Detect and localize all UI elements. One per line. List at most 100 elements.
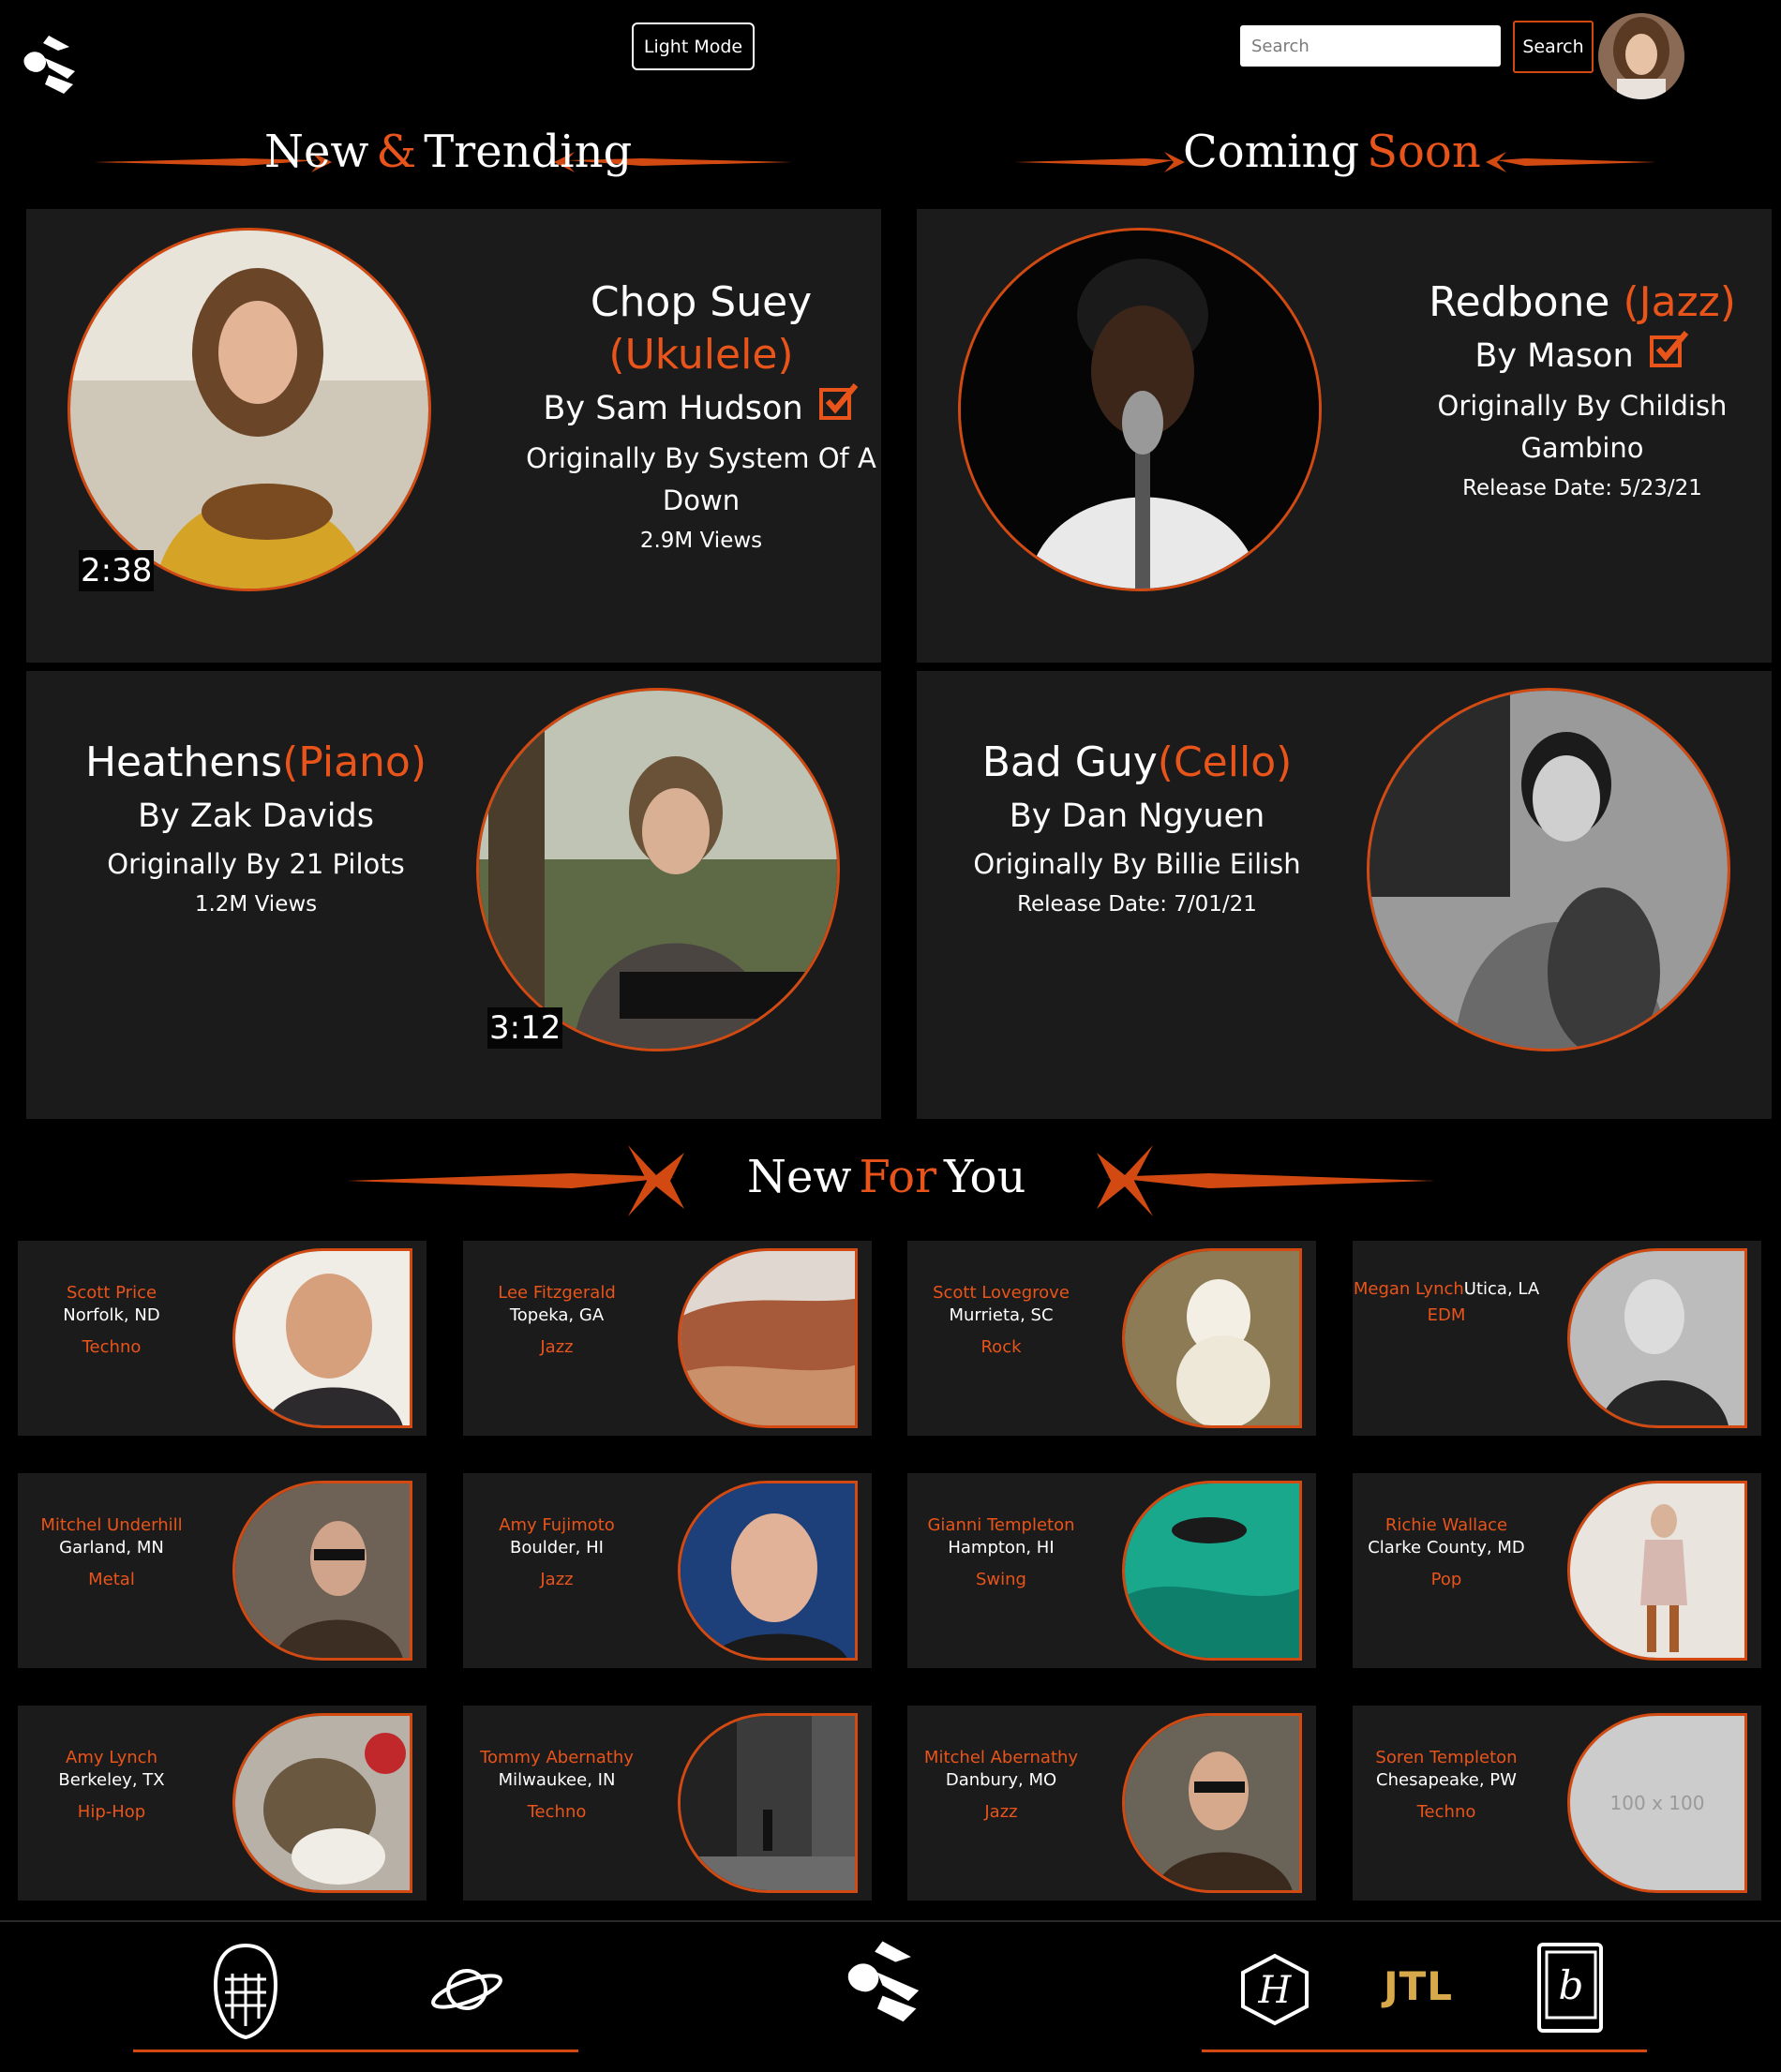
artist-genre: Swing [976, 1570, 1026, 1589]
featured-card[interactable]: Heathens(Piano) By Zak Davids Originally… [26, 671, 881, 1119]
artist-card[interactable]: Mitchel Underhill Garland, MN Metal [18, 1473, 427, 1668]
duration-badge: 3:12 [487, 1007, 563, 1049]
featured-card[interactable]: Bad Guy(Cello) By Dan Ngyuen Originally … [917, 671, 1772, 1119]
featured-card[interactable]: 2:38 Chop Suey (Ukulele) By Sam Hudson O… [26, 209, 881, 663]
artist-location: Chesapeake, PW [1376, 1770, 1517, 1790]
artist-card[interactable]: Richie Wallace Clarke County, MD Pop [1353, 1473, 1761, 1668]
artist-photo[interactable] [1122, 1248, 1302, 1428]
artist-genre: Techno [1416, 1802, 1476, 1822]
artist-photo[interactable] [232, 1481, 412, 1661]
featured-instrument: (Jazz) [1623, 278, 1736, 326]
featured-card[interactable]: Redbone (Jazz) By Mason Originally By Ch… [917, 209, 1772, 663]
h-hexagon-icon[interactable]: H [1239, 1952, 1310, 2031]
artist-photo[interactable] [678, 1481, 858, 1661]
artist-card[interactable]: Amy Fujimoto Boulder, HI Jazz [463, 1473, 872, 1668]
book-icon[interactable]: b [1535, 1941, 1605, 2038]
artist-card[interactable]: Scott Lovegrove Murrieta, SC Rock [907, 1241, 1316, 1436]
duration-badge: 2:38 [79, 550, 155, 591]
search-button[interactable]: Search [1513, 21, 1594, 73]
artist-location: Topeka, GA [509, 1305, 605, 1325]
featured-instrument: (Ukulele) [608, 331, 794, 379]
featured-release-date: Release Date: 5/23/21 [1462, 476, 1702, 500]
artist-name[interactable]: Mitchel Underhill [18, 1514, 205, 1537]
artist-location: Hampton, HI [948, 1538, 1055, 1558]
featured-photo[interactable] [476, 688, 840, 1051]
featured-photo[interactable] [958, 228, 1322, 591]
artist-location: Murrieta, SC [949, 1305, 1054, 1325]
artist-location: Garland, MN [59, 1538, 164, 1558]
trending-word-trending: Trending [424, 126, 633, 178]
artist-card[interactable]: Lee Fitzgerald Topeka, GA Jazz [463, 1241, 872, 1436]
footer-underline-right [1202, 2050, 1647, 2052]
artist-name[interactable]: Scott Lovegrove [907, 1282, 1095, 1304]
footer-underline-left [133, 2050, 578, 2052]
featured-photo[interactable] [67, 228, 431, 591]
artist-genre: Metal [88, 1570, 135, 1589]
artist-card[interactable]: Soren Templeton Chesapeake, PW Techno 10… [1353, 1706, 1761, 1901]
artist-name[interactable]: Scott Price [18, 1282, 205, 1304]
artist-genre: Pop [1430, 1570, 1462, 1589]
featured-artist[interactable]: By Mason [1474, 337, 1633, 375]
artist-photo[interactable] [232, 1713, 412, 1893]
footer: H JTL b [0, 1920, 1781, 2072]
artist-genre: Techno [527, 1802, 587, 1822]
artist-name[interactable]: Tommy Abernathy [463, 1747, 651, 1769]
artist-photo[interactable] [1122, 1713, 1302, 1893]
user-avatar[interactable] [1598, 13, 1684, 99]
artist-photo[interactable] [678, 1713, 858, 1893]
brand-logo-footer[interactable] [844, 1933, 932, 2031]
featured-photo[interactable] [1367, 688, 1730, 1051]
planet-icon[interactable] [429, 1963, 504, 2020]
artist-location: Berkeley, TX [58, 1770, 165, 1790]
artist-card[interactable]: Tommy Abernathy Milwaukee, IN Techno [463, 1706, 872, 1901]
goalie-mask-icon[interactable] [212, 1942, 279, 2045]
artist-photo[interactable] [1122, 1481, 1302, 1661]
b-letter: b [1559, 1962, 1584, 2008]
featured-title[interactable]: Bad Guy [982, 738, 1158, 786]
artist-card[interactable]: Gianni Templeton Hampton, HI Swing [907, 1473, 1316, 1668]
artist-name[interactable]: Megan Lynch [1354, 1279, 1464, 1299]
artist-location: Danbury, MO [945, 1770, 1057, 1790]
placeholder-text: 100 x 100 [1609, 1792, 1705, 1814]
artist-name[interactable]: Amy Lynch [18, 1747, 205, 1769]
featured-original: Originally By 21 Pilots [107, 848, 405, 880]
for-you-word-you: You [944, 1151, 1026, 1203]
featured-views: 1.2M Views [194, 892, 318, 917]
featured-title[interactable]: Redbone [1429, 278, 1609, 326]
artist-photo[interactable] [678, 1248, 858, 1428]
verified-check-icon [1649, 329, 1690, 385]
artist-name[interactable]: Mitchel Abernathy [907, 1747, 1095, 1769]
artist-photo[interactable] [1567, 1248, 1747, 1428]
featured-release-date: Release Date: 7/01/21 [1017, 892, 1257, 917]
featured-artist[interactable]: By Zak Davids [45, 789, 467, 843]
artist-card[interactable]: Megan LynchUtica, LA EDM [1353, 1241, 1761, 1436]
artist-location: Utica, LA [1463, 1279, 1540, 1299]
featured-artist[interactable]: By Sam Hudson [543, 390, 802, 427]
artist-photo-placeholder[interactable]: 100 x 100 [1567, 1713, 1747, 1893]
artist-genre: Hip-Hop [77, 1802, 146, 1822]
brand-logo[interactable] [21, 30, 84, 97]
artist-name[interactable]: Richie Wallace [1353, 1514, 1540, 1537]
artist-location: Norfolk, ND [63, 1305, 160, 1325]
artist-name[interactable]: Lee Fitzgerald [463, 1282, 651, 1304]
coming-word-soon: Soon [1367, 126, 1481, 178]
artist-name[interactable]: Gianni Templeton [907, 1514, 1095, 1537]
artist-card[interactable]: Amy Lynch Berkeley, TX Hip-Hop [18, 1706, 427, 1901]
featured-title[interactable]: Chop Suey [504, 276, 898, 329]
for-you-word-for: For [859, 1151, 937, 1203]
featured-title[interactable]: Heathens [85, 738, 282, 786]
light-mode-button[interactable]: Light Mode [632, 22, 755, 70]
artist-name[interactable]: Amy Fujimoto [463, 1514, 651, 1537]
search-input[interactable] [1240, 25, 1501, 67]
artist-photo[interactable] [232, 1248, 412, 1428]
coming-word-coming: Coming [1183, 126, 1360, 178]
artist-location: Boulder, HI [510, 1538, 604, 1558]
artist-name[interactable]: Soren Templeton [1353, 1747, 1540, 1769]
artist-photo[interactable] [1567, 1481, 1747, 1661]
jtl-logo[interactable]: JTL [1384, 1963, 1453, 2009]
featured-artist[interactable]: By Dan Ngyuen [935, 789, 1339, 843]
artist-card[interactable]: Scott Price Norfolk, ND Techno [18, 1241, 427, 1436]
for-you-word-new: New [747, 1151, 852, 1203]
artist-card[interactable]: Mitchel Abernathy Danbury, MO Jazz [907, 1706, 1316, 1901]
featured-instrument: (Cello) [1157, 738, 1293, 786]
